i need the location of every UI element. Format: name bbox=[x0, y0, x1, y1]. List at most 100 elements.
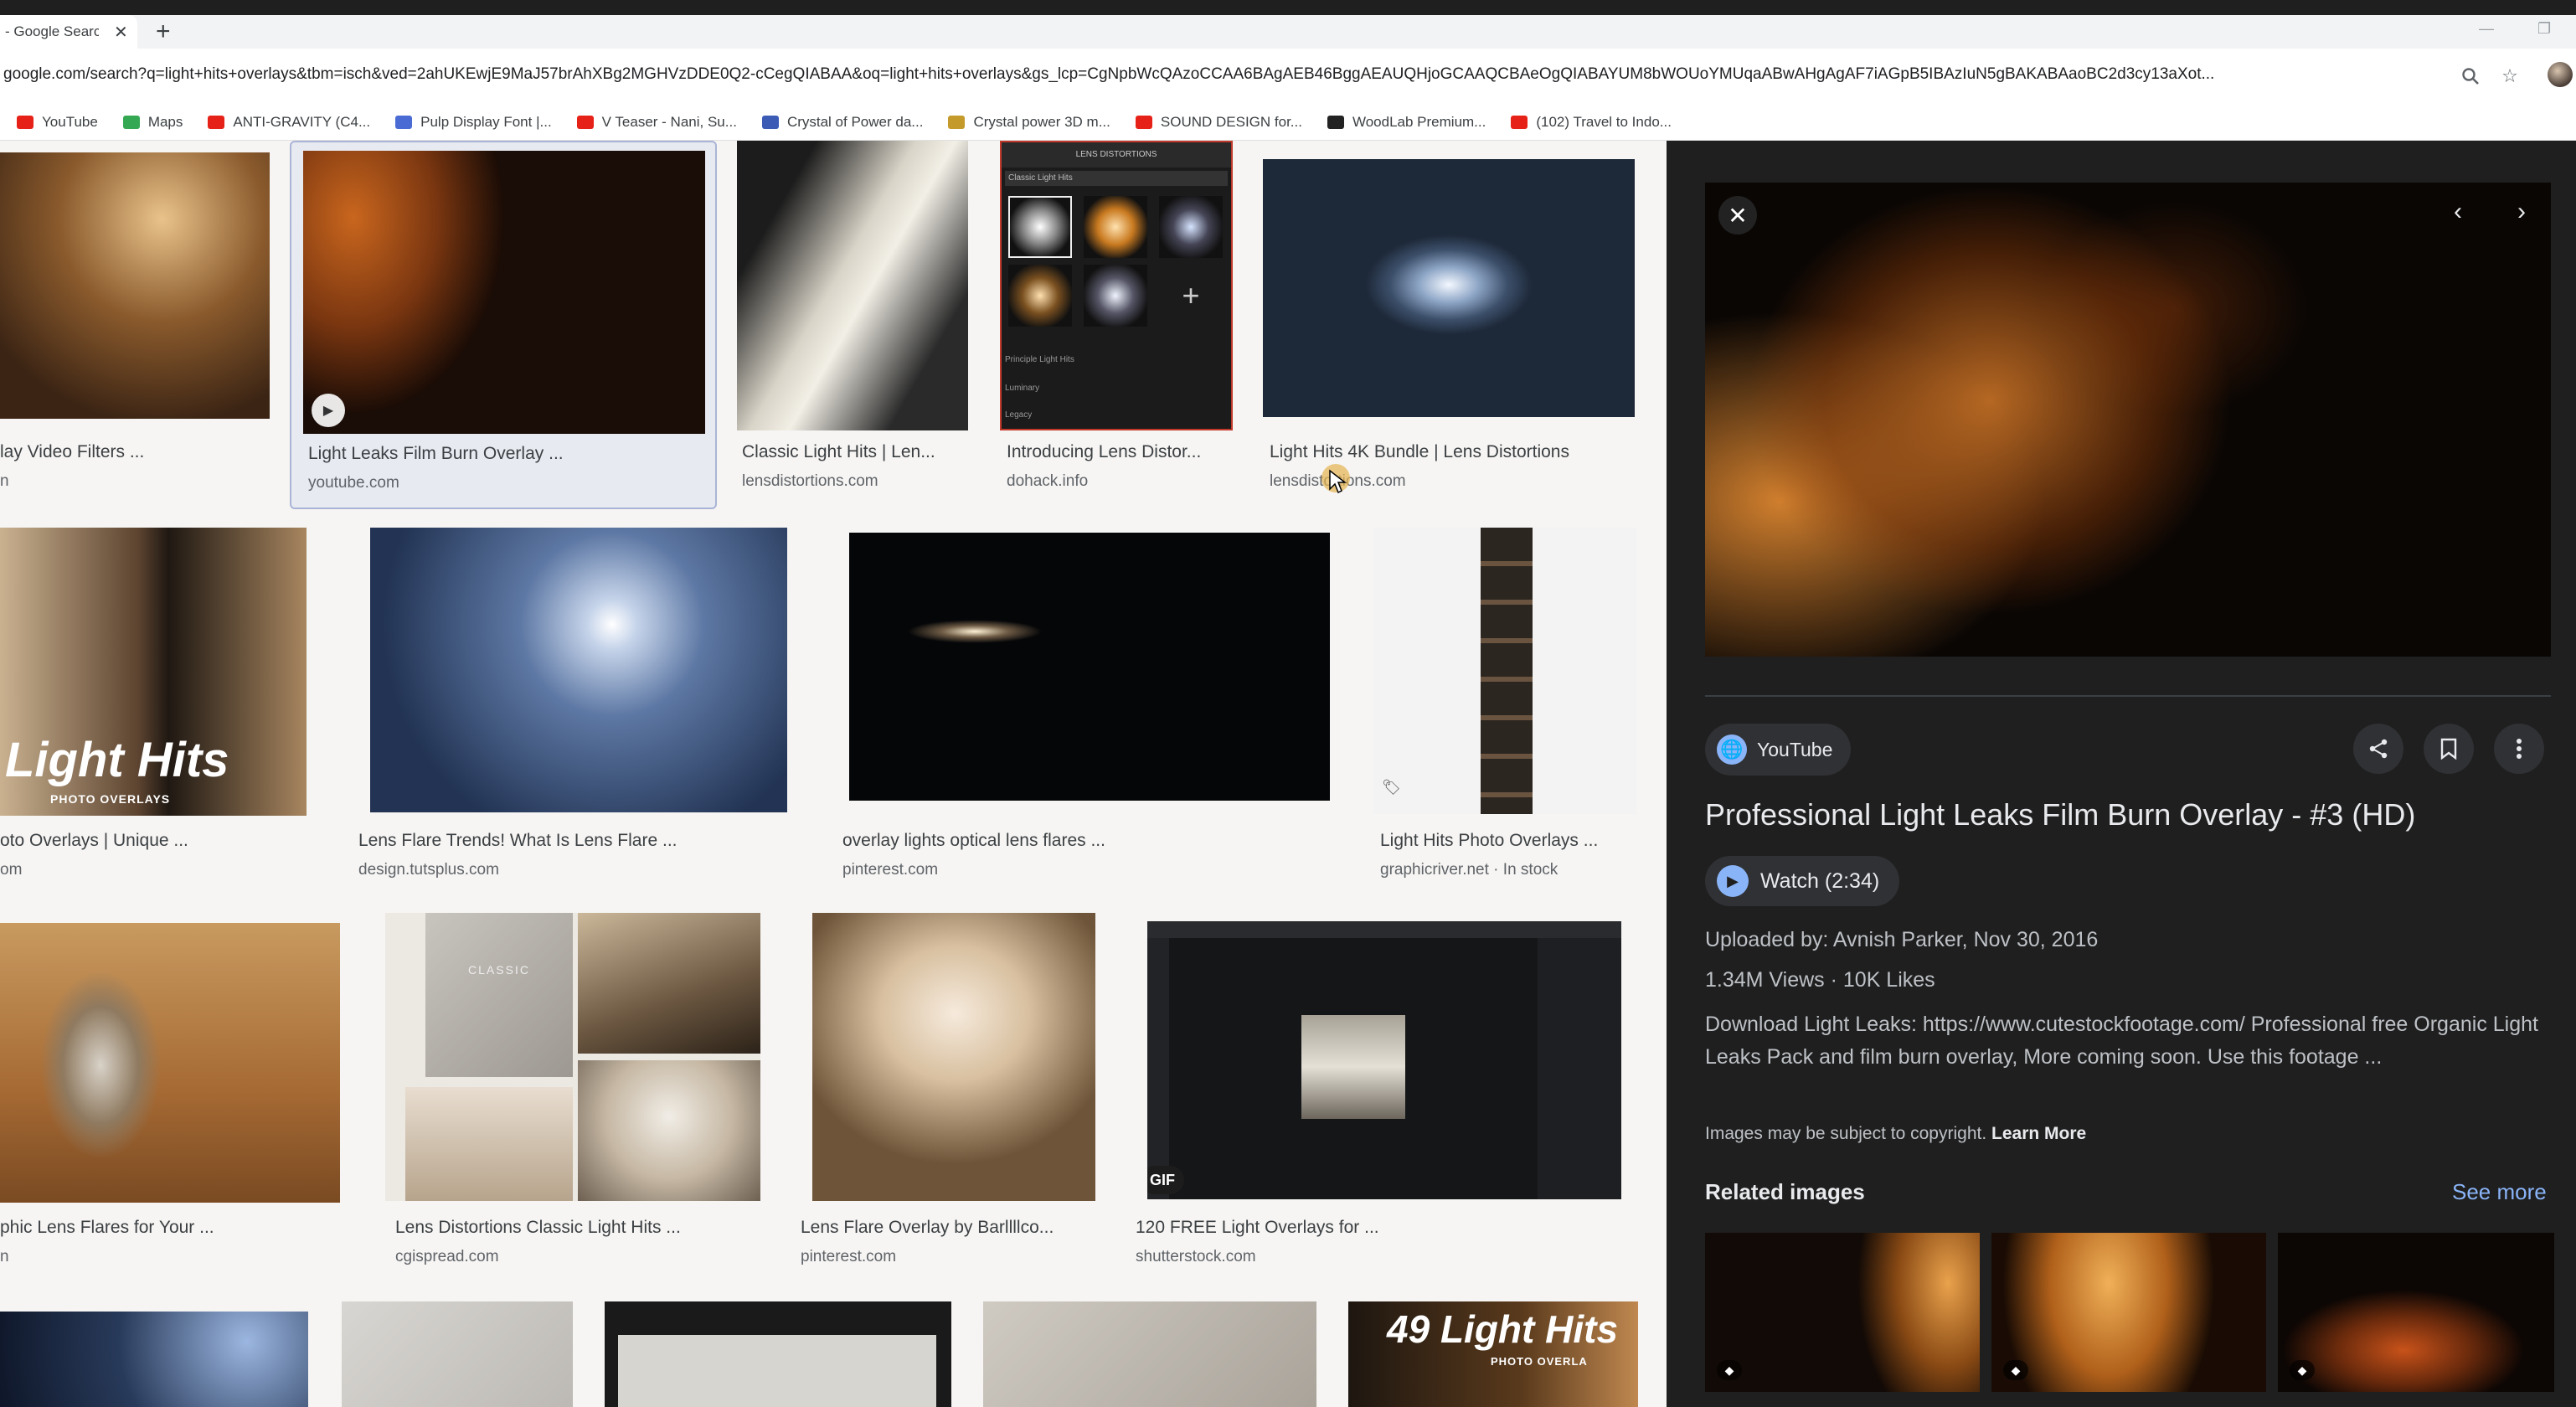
result-title: Lens Flare Trends! What Is Lens Flare ..… bbox=[358, 831, 677, 850]
image-preview-panel: ✕ ‹ › 🌐 YouTube Professional Light Leaks… bbox=[1667, 141, 2576, 1407]
3d-icon bbox=[761, 115, 779, 129]
new-tab-button[interactable]: + bbox=[156, 18, 171, 45]
result-source: n bbox=[0, 1248, 9, 1265]
result-thumbnail: CLASSIC bbox=[385, 913, 760, 1201]
result-thumbnail bbox=[0, 923, 340, 1203]
result-source: design.tutsplus.com bbox=[358, 861, 499, 879]
bookmark-icon bbox=[2440, 738, 2457, 760]
result-thumbnail bbox=[849, 533, 1330, 801]
wedding-photo bbox=[405, 1087, 573, 1201]
result-card[interactable]: overlay lights optical lens flares ... p… bbox=[842, 528, 1345, 888]
bookmark-pulp-font[interactable]: Pulp Display Font |... bbox=[395, 114, 552, 131]
result-card[interactable]: Lens Flare Trends! What Is Lens Flare ..… bbox=[358, 528, 802, 888]
result-card[interactable]: Light Hits PHOTO OVERLAYS oto Overlays |… bbox=[0, 528, 318, 888]
result-card-selected[interactable]: ▶ Light Leaks Film Burn Overlay ... yout… bbox=[290, 141, 717, 509]
bookmark-v-teaser[interactable]: V Teaser - Nani, Su... bbox=[576, 114, 737, 131]
result-title: Light Hits 4K Bundle | Lens Distortions bbox=[1270, 442, 1569, 461]
dune-photo bbox=[578, 913, 760, 1054]
bookmark-travel-indo[interactable]: (102) Travel to Indo... bbox=[1511, 114, 1672, 131]
result-thumbnail[interactable] bbox=[605, 1301, 951, 1407]
youtube-icon bbox=[208, 115, 225, 129]
tag-icon: 🏷 bbox=[1382, 779, 1401, 796]
tab-close-icon[interactable]: ✕ bbox=[114, 22, 128, 43]
save-button[interactable] bbox=[2424, 724, 2474, 774]
result-source: youtube.com bbox=[308, 474, 399, 492]
flare-swatch bbox=[1159, 196, 1223, 258]
see-more-link[interactable]: See more bbox=[2452, 1179, 2547, 1205]
result-title: oto Overlays | Unique ... bbox=[0, 831, 188, 850]
bookmark-crystal-3d[interactable]: Crystal power 3D m... bbox=[948, 114, 1110, 131]
editor-canvas bbox=[618, 1335, 936, 1407]
bookmark-anti-gravity[interactable]: ANTI-GRAVITY (C4... bbox=[208, 114, 370, 131]
classic-box: CLASSIC bbox=[425, 913, 573, 1077]
browser-tab[interactable]: - Google Searc ✕ bbox=[0, 15, 137, 49]
related-image[interactable]: ◆ bbox=[1705, 1233, 1980, 1392]
more-options-button[interactable] bbox=[2494, 724, 2544, 774]
star-icon[interactable]: ☆ bbox=[2497, 64, 2522, 89]
zoom-icon[interactable] bbox=[2458, 64, 2483, 89]
result-thumbnail bbox=[370, 528, 787, 812]
minimize-icon[interactable]: — bbox=[2479, 20, 2494, 38]
result-title: Lens Flare Overlay by Barllllco... bbox=[801, 1218, 1054, 1237]
chevron-left-icon[interactable]: ‹ bbox=[2454, 198, 2462, 226]
editor-toolbar bbox=[1147, 921, 1621, 938]
lens-row: Luminary bbox=[1005, 384, 1040, 393]
result-card[interactable]: LENS DISTORTIONS Classic Light Hits + Pr… bbox=[1000, 141, 1243, 501]
result-thumbnail[interactable] bbox=[983, 1301, 1316, 1407]
play-icon: ▶ bbox=[1717, 865, 1749, 897]
result-card[interactable]: CLASSIC Lens Distortions Classic Light H… bbox=[385, 913, 770, 1273]
bouquet-photo bbox=[578, 1060, 760, 1201]
close-icon[interactable]: ✕ bbox=[1718, 196, 1757, 234]
result-title: Light Hits Photo Overlays ... bbox=[1380, 831, 1599, 850]
bookmark-woodlab[interactable]: WoodLab Premium... bbox=[1327, 114, 1486, 131]
result-thumbnail[interactable] bbox=[342, 1301, 573, 1407]
tag-icon: ◆ bbox=[2003, 1360, 2028, 1380]
flare-swatch bbox=[1084, 265, 1147, 327]
result-thumbnail bbox=[812, 913, 1095, 1201]
bookmark-maps[interactable]: Maps bbox=[122, 114, 183, 131]
share-button[interactable] bbox=[2353, 724, 2403, 774]
result-source: pinterest.com bbox=[842, 861, 939, 879]
source-chip[interactable]: 🌐 YouTube bbox=[1705, 724, 1852, 776]
restore-icon[interactable]: ❐ bbox=[2537, 20, 2551, 38]
result-source: graphicriver.net · In stock bbox=[1380, 861, 1558, 879]
bookmarks-bar: YouTube Maps ANTI-GRAVITY (C4... Pulp Di… bbox=[0, 104, 2576, 141]
maps-icon bbox=[122, 115, 140, 129]
play-icon: ▶ bbox=[312, 394, 345, 427]
result-card[interactable]: 🏷 Light Hits Photo Overlays ... graphicr… bbox=[1373, 528, 1650, 888]
related-image[interactable]: ◆ bbox=[2278, 1233, 2554, 1392]
result-thumbnail bbox=[1263, 159, 1635, 417]
result-source: dohack.info bbox=[1007, 472, 1089, 490]
window-top-edge bbox=[0, 0, 2576, 15]
result-card[interactable]: lay Video Filters ... n bbox=[0, 141, 276, 501]
chevron-right-icon[interactable]: › bbox=[2517, 198, 2526, 226]
result-thumbnail: LENS DISTORTIONS Classic Light Hits + Pr… bbox=[1000, 141, 1233, 430]
uploaded-by: Uploaded by: Avnish Parker, Nov 30, 2016 bbox=[1705, 928, 2099, 951]
result-title: 120 FREE Light Overlays for ... bbox=[1136, 1218, 1379, 1237]
related-image[interactable]: ◆ bbox=[1991, 1233, 2266, 1392]
profile-avatar[interactable] bbox=[2548, 62, 2573, 87]
preview-image[interactable] bbox=[1705, 183, 2551, 657]
watch-button[interactable]: ▶ Watch (2:34) bbox=[1705, 856, 1900, 906]
result-card[interactable]: Light Hits 4K Bundle | Lens Distortions … bbox=[1263, 141, 1640, 501]
lens-row: Principle Light Hits bbox=[1005, 355, 1074, 364]
bookmark-youtube[interactable]: YouTube bbox=[17, 114, 98, 131]
panel-title[interactable]: Professional Light Leaks Film Burn Overl… bbox=[1705, 797, 2415, 832]
result-thumbnail[interactable]: 49 Light Hits PHOTO OVERLA bbox=[1348, 1301, 1638, 1407]
result-source: n bbox=[0, 472, 9, 490]
result-card[interactable]: Lens Flare Overlay by Barllllco... pinte… bbox=[801, 913, 1119, 1273]
site-icon bbox=[395, 115, 413, 129]
tag-icon: ◆ bbox=[2290, 1360, 2315, 1380]
youtube-icon bbox=[17, 115, 33, 129]
result-source: pinterest.com bbox=[801, 1248, 897, 1265]
result-thumbnail[interactable] bbox=[0, 1312, 308, 1407]
watch-label: Watch (2:34) bbox=[1760, 868, 1880, 893]
result-card[interactable]: GIF 120 FREE Light Overlays for ... shut… bbox=[1136, 913, 1638, 1273]
bookmark-crystal-power[interactable]: Crystal of Power da... bbox=[761, 114, 923, 131]
result-thumbnail: Light Hits PHOTO OVERLAYS bbox=[0, 528, 307, 816]
copyright-notice: Images may be subject to copyright. Lear… bbox=[1705, 1124, 2087, 1143]
url-field[interactable]: google.com/search?q=light+hits+overlays&… bbox=[3, 65, 2432, 84]
bookmark-sound-design[interactable]: SOUND DESIGN for... bbox=[1135, 114, 1302, 131]
learn-more-link[interactable]: Learn More bbox=[1991, 1124, 2086, 1143]
result-card[interactable]: Classic Light Hits | Len... lensdistorti… bbox=[737, 141, 971, 501]
